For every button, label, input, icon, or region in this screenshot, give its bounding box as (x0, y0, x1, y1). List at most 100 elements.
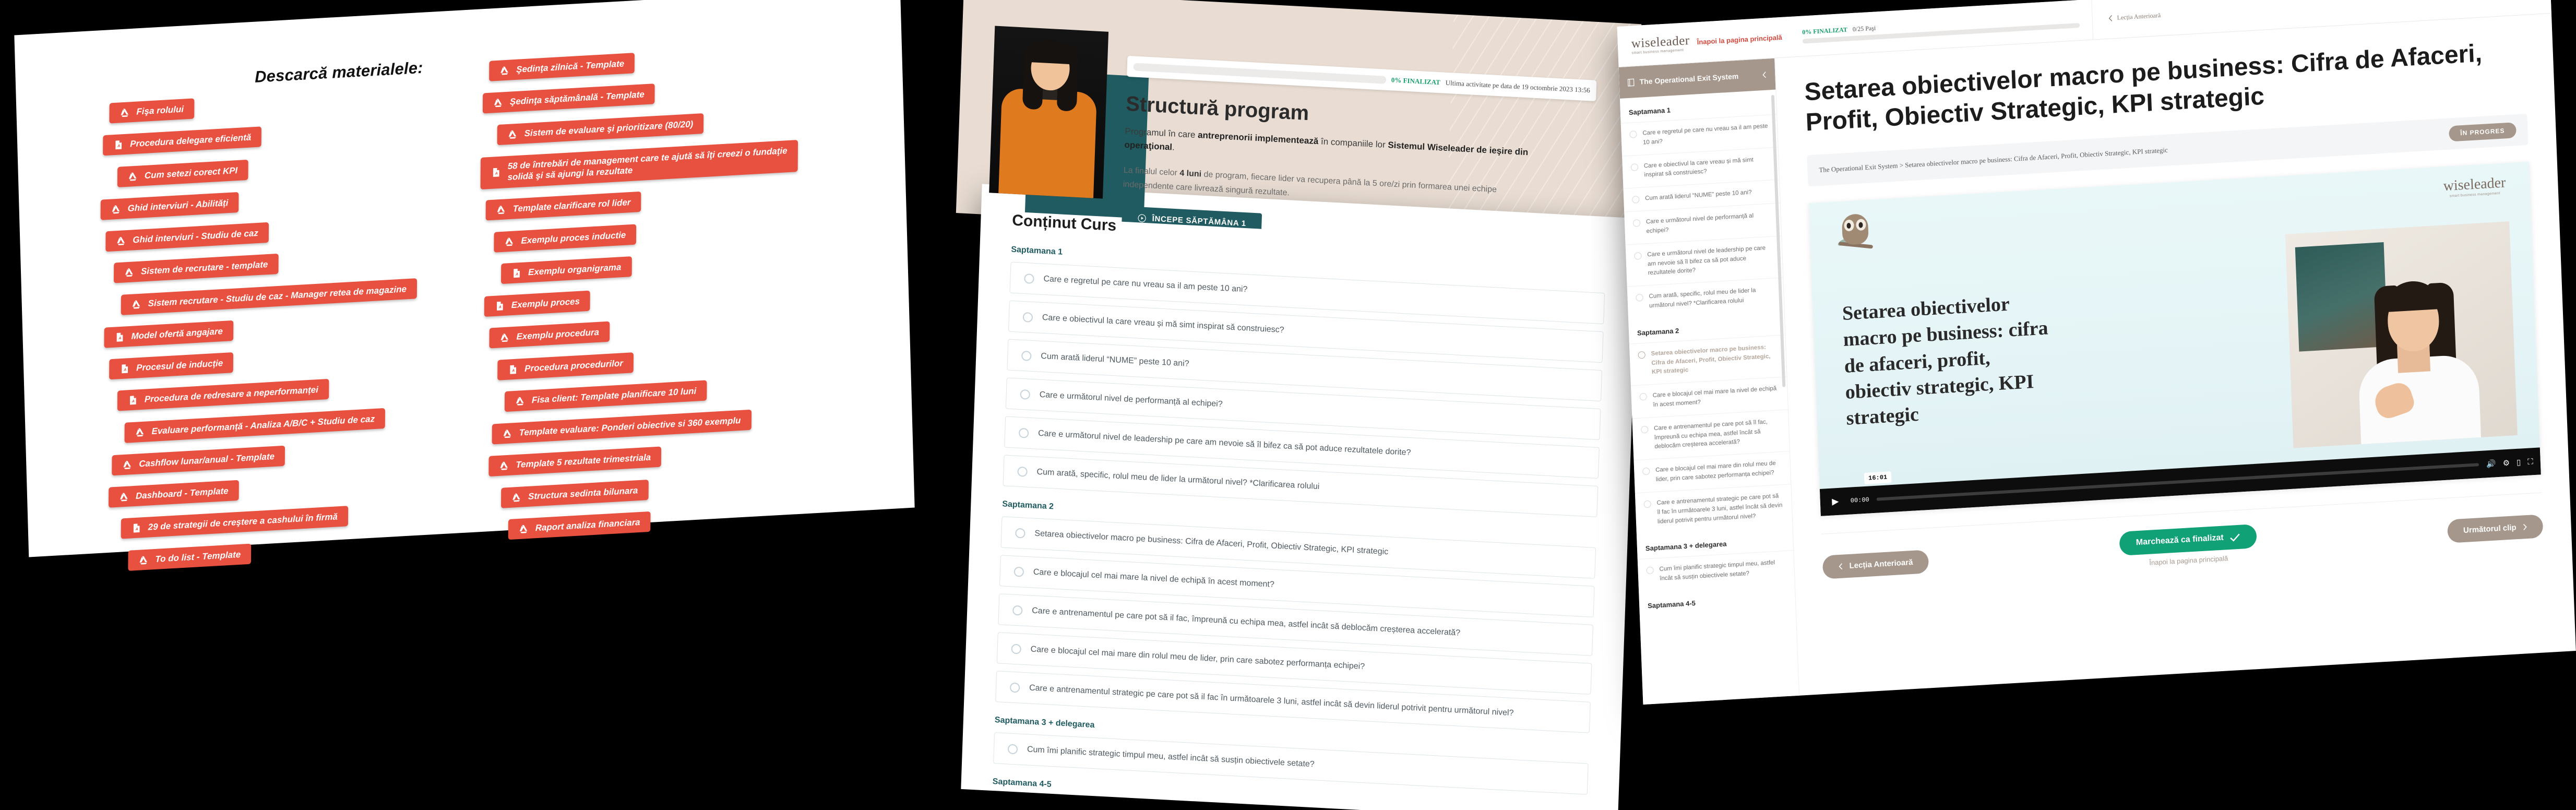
intro-mid: în companiile lor (1318, 136, 1388, 150)
material-download-button[interactable]: Template 5 rezultate trimestriala (488, 446, 662, 477)
material-label: Structura sedinta bilunara (528, 485, 638, 502)
material-label: Exemplu proces inductie (521, 230, 626, 246)
material-label: Model ofertă angajare (131, 326, 223, 341)
sidebar-lesson-label: Care e blocajul cel mai mare la nivel de… (1652, 385, 1777, 409)
lesson-card-label: Care e antrenamentul pe care pot să il f… (1031, 606, 1461, 638)
progress-percent: 0% FINALIZAT (1391, 76, 1441, 87)
lesson-status-circle (1021, 350, 1032, 361)
material-download-button[interactable]: To do list - Template (128, 543, 252, 571)
material-download-button[interactable]: Ghid interviuri - Studiu de caz (105, 222, 269, 252)
material-download-button[interactable]: Ghid interviuri - Abilități (100, 192, 239, 220)
video-seek-bar[interactable] (1876, 463, 2479, 501)
material-label: Exemplu proces (511, 296, 580, 311)
google-drive-icon (505, 237, 514, 246)
lesson-card-label: Care e următorul nivel de leadership pe … (1037, 428, 1411, 458)
lesson-status-circle (1643, 500, 1651, 508)
material-download-button[interactable]: Sistem de evaluare şi prioritizare (80/2… (497, 113, 704, 145)
material-download-button[interactable]: Exemplu proces inductie (494, 223, 637, 253)
video-speaker-frame (2285, 221, 2518, 448)
material-label: Sistem recrutare - Studiu de caz - Manag… (148, 283, 407, 308)
volume-icon[interactable]: 🔊 (2486, 459, 2496, 469)
material-download-button[interactable]: Fişa rolului (109, 98, 195, 124)
material-download-button[interactable]: Structura sedinta bilunara (500, 479, 649, 508)
lesson-status-circle (1640, 425, 1649, 434)
lesson-status-circle (1011, 644, 1022, 654)
lesson-main: Setarea obiectivelor macro pe business: … (1775, 14, 2576, 696)
next-lesson-button[interactable]: Următorul clip (2447, 514, 2544, 543)
material-download-button[interactable]: Sistem de recrutare - template (113, 254, 279, 284)
footer-home-link[interactable]: Înapoi la pagina principală (2149, 554, 2228, 567)
lesson-status-circle (1018, 427, 1029, 438)
material-download-button[interactable]: Cashflow lunar/anual - Template (112, 445, 285, 476)
video-player[interactable]: wiseleader smart business management Set… (1808, 161, 2541, 517)
google-drive-icon (112, 205, 120, 213)
lesson-status-circle (1632, 196, 1640, 204)
mark-complete-button[interactable]: Marchează ca finalizat (2119, 524, 2257, 556)
chevron-right-icon (2523, 523, 2527, 530)
gear-icon[interactable]: ⚙ (2502, 458, 2510, 468)
lesson-card-label: Cum arată liderul “NUME” peste 10 ani? (1041, 352, 1189, 368)
program-heading: Structură program (1125, 92, 1309, 125)
material-download-button[interactable]: Template evaluare: Ponderi obiective si … (492, 409, 752, 445)
lesson-status-circle (1020, 389, 1031, 400)
material-download-button[interactable]: Sistem recrutare - Studiu de caz - Manag… (121, 278, 418, 315)
lesson-card-label: Care e regretul pe care nu vreau sa il a… (1043, 275, 1248, 294)
pdf-icon: A (115, 140, 122, 150)
material-label: Sistem de evaluare şi prioritizare (80/2… (524, 118, 694, 138)
material-label: Evaluare performanță - Analiza A/B/C + S… (151, 413, 375, 436)
google-drive-icon (508, 130, 517, 138)
svg-text:A: A (132, 399, 135, 403)
program-panel: 0% FINALIZAT Ultima activitate pe data d… (936, 0, 1642, 810)
material-label: Cum setezi corect KPI (144, 165, 238, 181)
topbar-prev-lesson[interactable]: Lecția Anterioară (2108, 11, 2161, 22)
book-icon (1627, 78, 1635, 87)
google-drive-icon (500, 66, 508, 75)
svg-text:A: A (511, 368, 515, 372)
material-download-button[interactable]: Fisa client: Template planificare 10 lun… (504, 380, 707, 412)
material-download-button[interactable]: A 58 de întrebări de management care te a… (480, 139, 798, 189)
lesson-status-circle (1629, 130, 1637, 138)
material-download-button[interactable]: A Procedura delegare eficientă (103, 126, 262, 156)
material-download-button[interactable]: Template clarificare rol lider (485, 192, 641, 221)
material-download-button[interactable]: Şedinţa zilnică - Template (489, 53, 635, 82)
mark-complete-label: Marchează ca finalizat (2136, 533, 2224, 547)
material-download-button[interactable]: A Procesul de inducție (109, 352, 234, 380)
material-label: 29 de strategii de creştere a cashului î… (148, 511, 338, 532)
week-list: Saptamana 1 Care e regretul pe care nu vr… (992, 245, 1605, 810)
lesson-status-circle (1012, 605, 1023, 616)
google-drive-icon (497, 206, 505, 215)
material-download-button[interactable]: A Exemplu organigrama (500, 256, 632, 284)
material-download-button[interactable]: Şedinţa săptămânală - Template (482, 84, 655, 114)
previous-lesson-button[interactable]: Lecția Anterioară (1822, 549, 1929, 579)
materials-column-left: Fişa rolului A Procedura delegare eficient… (94, 83, 483, 583)
material-label: Şedinţa zilnică - Template (516, 58, 625, 75)
fullscreen-icon[interactable]: ⛶ (2527, 457, 2533, 467)
material-label: Sistem de recrutare - template (140, 259, 268, 277)
sidebar-lesson-label: Cum îmi planific strategic timpul meu, a… (1659, 559, 1775, 582)
back-home-link[interactable]: Înapoi la pagina principală (1697, 33, 1782, 46)
google-drive-icon (136, 427, 144, 436)
brand-logo[interactable]: wiseleader smart business management (1631, 33, 1690, 55)
material-download-button[interactable]: Evaluare performanță - Analiza A/B/C + S… (124, 408, 386, 443)
material-download-button[interactable]: Exemplu procedura (489, 321, 610, 349)
closed-captions-icon[interactable]: ▯ (2517, 458, 2521, 467)
svg-text:A: A (118, 336, 121, 340)
lesson-status-circle (1022, 312, 1033, 323)
material-download-button[interactable]: Cum setezi corect KPI (117, 159, 248, 187)
material-download-button[interactable]: Dashboard - Template (108, 480, 239, 508)
play-icon[interactable]: ▶ (1827, 494, 1843, 510)
material-download-button[interactable]: A Model ofertă angajare (104, 320, 234, 348)
material-download-button[interactable]: A Procedura de redresare a neperformanței (117, 379, 329, 412)
pdf-icon: A (493, 168, 499, 177)
pdf-icon: A (133, 523, 140, 533)
material-download-button[interactable]: Raport analiza financiara (508, 511, 651, 540)
lesson-status-circle (1639, 392, 1648, 401)
google-drive-icon (512, 493, 520, 502)
material-download-button[interactable]: A Exemplu proces (484, 290, 591, 317)
google-drive-icon (120, 493, 128, 501)
complete-area: Marchează ca finalizat Înapoi la pagina … (2119, 524, 2257, 568)
pdf-icon: A (116, 332, 123, 342)
material-download-button[interactable]: A 29 de strategii de creştere a cashului … (121, 506, 349, 540)
material-download-button[interactable]: A Procedura procedurilor (497, 352, 634, 380)
lesson-card-label: Cum arată, specific, rolul meu de lider … (1036, 467, 1320, 492)
